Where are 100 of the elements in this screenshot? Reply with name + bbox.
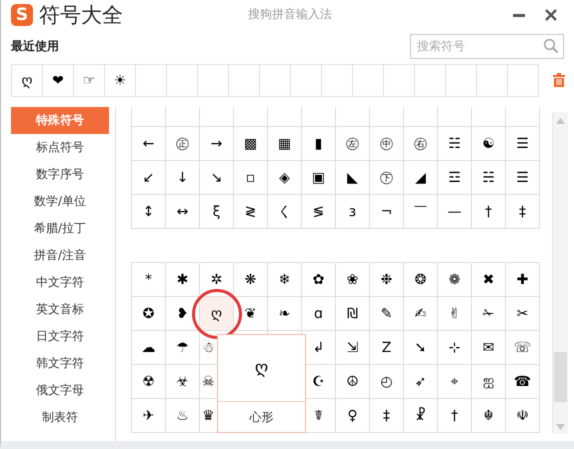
symbol-cell[interactable]: ↓	[166, 161, 200, 195]
scroll-up-icon[interactable]	[556, 118, 565, 124]
symbol-cell[interactable]: ☁	[132, 331, 166, 365]
symbol-cell[interactable]: ☣	[166, 365, 200, 399]
trash-icon[interactable]	[552, 72, 566, 88]
symbol-cell[interactable]: ☵	[472, 161, 506, 195]
symbol-cell[interactable]: ☏	[506, 331, 540, 365]
symbol-cell[interactable]: ≶	[302, 195, 336, 229]
symbol-cell[interactable]: ღ	[200, 297, 234, 331]
symbol-cell[interactable]: ↕	[132, 195, 166, 229]
symbol-cell[interactable]: ✁	[472, 297, 506, 331]
symbol-cell[interactable]: ￣	[404, 195, 438, 229]
category-item[interactable]: 韩文字符	[11, 350, 109, 377]
symbol-cell[interactable]: ◴	[370, 365, 404, 399]
symbol-cell[interactable]: ❦	[234, 297, 268, 331]
symbol-cell[interactable]: ♀	[336, 399, 370, 433]
symbol-cell[interactable]: ♨	[166, 399, 200, 433]
symbol-cell[interactable]: ↔	[166, 195, 200, 229]
symbol-cell[interactable]: ✪	[132, 297, 166, 331]
symbol-cell[interactable]: ✱	[166, 263, 200, 297]
symbol-cell[interactable]: ✈	[132, 399, 166, 433]
symbol-cell[interactable]: ≷	[234, 195, 268, 229]
symbol-cell[interactable]: ☂	[166, 331, 200, 365]
symbol-cell[interactable]: ɜ	[336, 195, 370, 229]
symbol-cell[interactable]: ☎	[506, 365, 540, 399]
symbol-cell[interactable]: †	[438, 399, 472, 433]
symbol-cell[interactable]: ㊦	[370, 161, 404, 195]
category-item[interactable]: 数学/单位	[11, 188, 109, 215]
category-item[interactable]: 希腊/拉丁	[11, 215, 109, 242]
scrollbar[interactable]	[552, 112, 568, 434]
symbol-cell[interactable]: ❁	[438, 263, 472, 297]
category-item[interactable]: 制表符	[11, 404, 109, 431]
symbol-cell[interactable]: →	[200, 127, 234, 161]
symbol-cell[interactable]: *	[132, 263, 166, 297]
symbol-cell[interactable]: ▫	[234, 161, 268, 195]
symbol-cell[interactable]: ✲	[200, 263, 234, 297]
symbol-cell[interactable]: ɑ	[302, 297, 336, 331]
symbol-cell[interactable]: ◈	[268, 161, 302, 195]
symbol-cell[interactable]: ❥	[166, 297, 200, 331]
symbol-cell[interactable]: ✌	[438, 297, 472, 331]
symbol-cell[interactable]: ‡	[370, 399, 404, 433]
category-item[interactable]: 中文字符	[11, 269, 109, 296]
symbol-cell[interactable]: ⌖	[438, 365, 472, 399]
symbol-cell[interactable]: ☰	[506, 127, 540, 161]
symbol-cell[interactable]: ❄	[268, 263, 302, 297]
symbol-cell[interactable]: ❧	[268, 297, 302, 331]
symbol-cell[interactable]: ⇲	[336, 331, 370, 365]
symbol-cell[interactable]: ‡	[506, 195, 540, 229]
symbol-cell[interactable]: ☧	[404, 399, 438, 433]
category-item[interactable]: 日文字符	[11, 323, 109, 350]
symbol-cell[interactable]: く	[268, 195, 302, 229]
symbol-cell[interactable]: ✚	[506, 263, 540, 297]
category-item[interactable]: 英文音标	[11, 296, 109, 323]
category-item[interactable]: 标点符号	[11, 134, 109, 161]
symbol-cell[interactable]: ✂	[506, 297, 540, 331]
symbol-cell[interactable]: ❉	[370, 263, 404, 297]
symbol-cell[interactable]: Z	[370, 331, 404, 365]
symbol-cell[interactable]: ✎	[370, 297, 404, 331]
symbol-cell[interactable]: ✖	[472, 263, 506, 297]
symbol-cell[interactable]: ☬	[472, 399, 506, 433]
symbol-cell[interactable]: ㊧	[336, 127, 370, 161]
category-item[interactable]: 拼音/注音	[11, 242, 109, 269]
symbol-cell[interactable]: ▣	[302, 161, 336, 195]
symbol-cell[interactable]: ❀	[336, 263, 370, 297]
category-item[interactable]: 数字序号	[11, 161, 109, 188]
symbol-cell[interactable]: ▦	[268, 127, 302, 161]
symbol-cell[interactable]: ⊹	[438, 331, 472, 365]
symbol-cell[interactable]: ☫	[506, 399, 540, 433]
symbol-cell[interactable]: ◢	[404, 161, 438, 195]
category-item[interactable]: 俄文字母	[11, 377, 109, 404]
symbol-cell[interactable]: ↙	[132, 161, 166, 195]
symbol-cell[interactable]: ஐ	[472, 365, 506, 399]
symbol-cell[interactable]: ㊨	[404, 127, 438, 161]
symbol-cell[interactable]: ➶	[404, 365, 438, 399]
symbol-cell[interactable]: ☮	[336, 365, 370, 399]
symbol-cell[interactable]: ㊣	[166, 127, 200, 161]
symbol-cell[interactable]: ☵	[438, 127, 472, 161]
symbol-cell[interactable]: —	[438, 195, 472, 229]
symbol-cell[interactable]: ◣	[336, 161, 370, 195]
symbol-cell[interactable]: ₪	[336, 297, 370, 331]
symbol-cell[interactable]: ¬	[370, 195, 404, 229]
symbol-cell[interactable]: ✍	[404, 297, 438, 331]
scroll-thumb[interactable]	[554, 352, 567, 402]
symbol-cell[interactable]: ☯	[472, 127, 506, 161]
symbol-cell[interactable]: ☲	[438, 161, 472, 195]
symbol-cell[interactable]: ❂	[404, 263, 438, 297]
symbol-cell[interactable]: ❋	[234, 263, 268, 297]
symbol-cell[interactable]: ㊥	[370, 127, 404, 161]
symbol-cell[interactable]: ▩	[234, 127, 268, 161]
symbol-cell[interactable]: ξ	[200, 195, 234, 229]
symbol-cell[interactable]: ➘	[404, 331, 438, 365]
symbol-cell[interactable]: ↘	[200, 161, 234, 195]
symbol-cell[interactable]: †	[472, 195, 506, 229]
symbol-cell[interactable]: ✿	[302, 263, 336, 297]
search-field[interactable]: 搜索符号	[410, 34, 564, 58]
symbol-cell[interactable]: ✉	[472, 331, 506, 365]
scroll-down-icon[interactable]	[556, 424, 565, 430]
symbol-cell[interactable]: ←	[132, 127, 166, 161]
symbol-cell[interactable]: ▮	[302, 127, 336, 161]
symbol-cell[interactable]: ☢	[132, 365, 166, 399]
